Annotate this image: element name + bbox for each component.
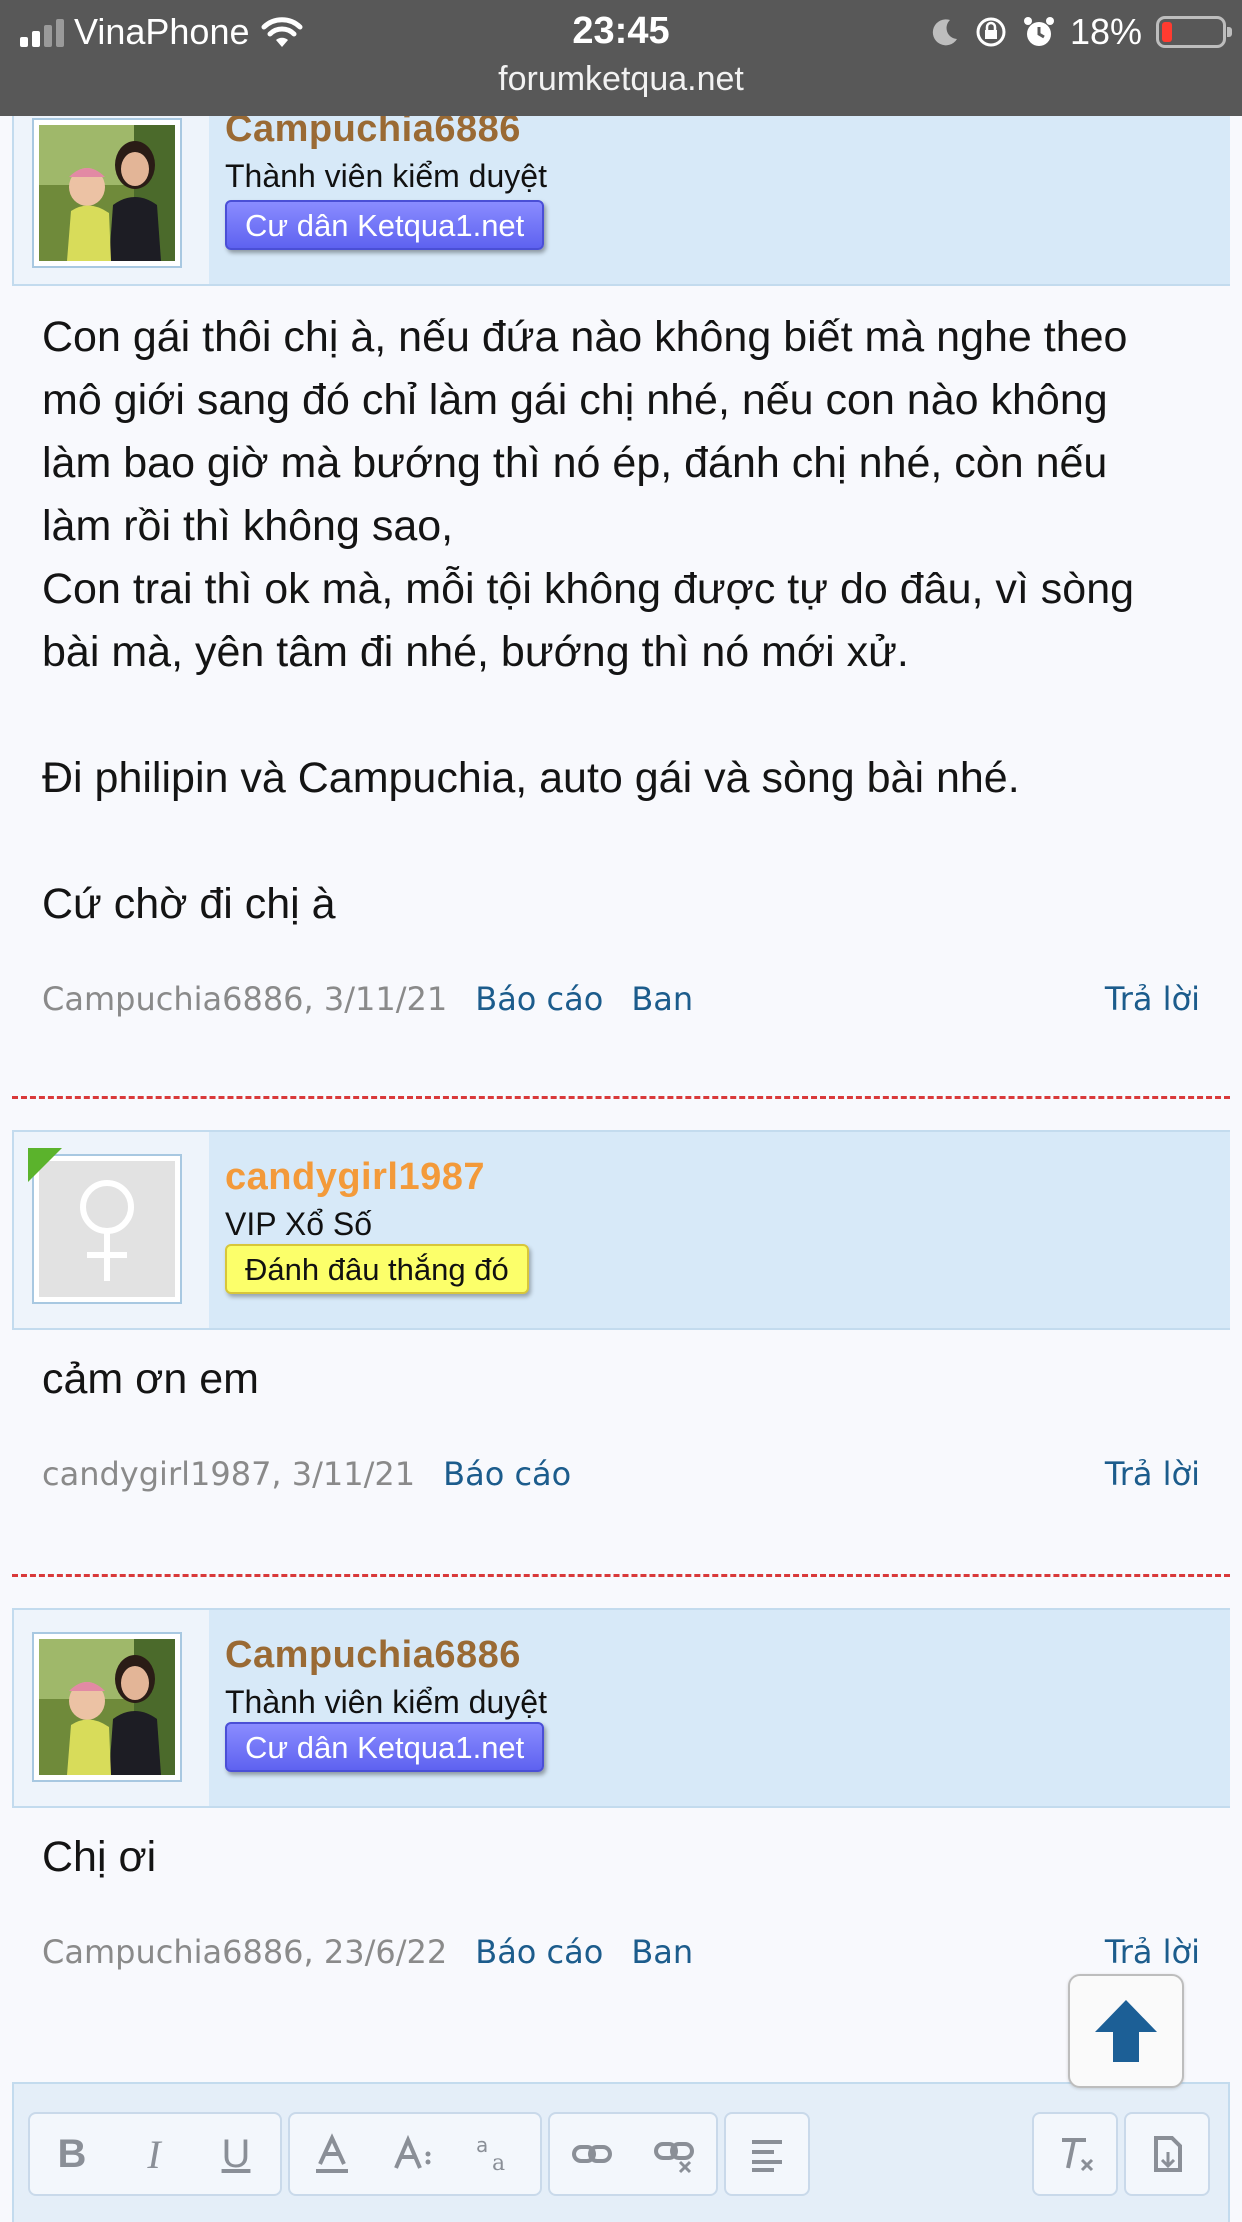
post-body: cảm ơn em [12,1330,1230,1411]
post-header: Campuchia6886 Thành viên kiểm duyệt Cư d… [12,108,1230,286]
svg-text:a: a [476,2133,488,2157]
italic-icon: I [147,2131,161,2177]
underline-button[interactable]: U [196,2114,276,2194]
post-author-date[interactable]: Campuchia6886, 3/11/21 [42,980,447,1018]
post-line: cảm ơn em [42,1355,259,1403]
post-body: Con gái thôi chị à, nếu đứa nào không bi… [12,286,1230,936]
post-body: Chị ơi [12,1808,1230,1889]
underline-icon: U [221,2131,251,2176]
toolbar-group-format: B I U [28,2112,282,2196]
link-button[interactable] [552,2114,632,2194]
arrow-up-icon [1095,2000,1157,2062]
post-footer: candygirl1987, 3/11/21 Báo cáo Trả lời [12,1455,1230,1515]
link-icon [572,2145,612,2163]
bold-icon: B [57,2131,87,2176]
font-family-icon: a a [476,2133,505,2176]
battery-icon [1156,16,1232,48]
report-link[interactable]: Báo cáo [475,1933,603,1971]
user-badge: Cư dân Ketqua1.net [225,1722,545,1772]
avatar[interactable] [32,118,182,268]
bold-button[interactable]: B [32,2114,112,2194]
post-line [42,810,1200,873]
avatar-column [12,110,209,284]
toolbar-group-clear [1032,2112,1118,2196]
user-badge: Đánh đâu thắng đó [225,1244,529,1294]
status-right: 18% [930,10,1232,54]
reply-link[interactable]: Trả lời [1105,980,1200,1018]
post-separator [12,1096,1230,1099]
report-link[interactable]: Báo cáo [475,980,603,1018]
post-author-date[interactable]: candygirl1987, 3/11/21 [42,1455,415,1493]
scroll-to-top-button[interactable] [1068,1974,1184,2088]
post-meta: Campuchia6886, 3/11/21 Báo cáo Ban [42,980,693,1018]
post-line: bài mà, yên tâm đi nhé, bướng thì nó mới… [42,628,909,676]
text-color-icon [316,2133,348,2173]
italic-button[interactable]: I [114,2114,194,2194]
font-size-button[interactable] [374,2114,454,2194]
user-title: VIP Xổ Số [225,1206,373,1242]
status-bar: VinaPhone 23:45 18% forumketqua.net [0,0,1242,116]
text-color-button[interactable] [292,2114,372,2194]
post-author-date[interactable]: Campuchia6886, 23/6/22 [42,1933,447,1971]
user-photo-icon [39,125,175,261]
post-line: làm bao giờ mà bướng thì nó ép, đánh chị… [42,439,1108,487]
ban-link[interactable]: Ban [631,980,693,1018]
post-meta: candygirl1987, 3/11/21 Báo cáo [42,1455,571,1493]
user-title: Thành viên kiểm duyệt [225,158,547,194]
online-indicator [28,1148,62,1182]
post-header: candygirl1987 VIP Xổ Số Đánh đâu thắng đ… [12,1130,1230,1330]
post-line [42,684,1200,747]
avatar-column [12,1132,209,1328]
toolbar-group-align [724,2112,810,2196]
post-footer: Campuchia6886, 3/11/21 Báo cáo Ban Trả lời [12,980,1230,1040]
post-footer: Campuchia6886, 23/6/22 Báo cáo Ban Trả lời [12,1933,1230,1993]
align-button[interactable] [728,2114,808,2194]
toolbar-group-link [548,2112,718,2196]
post-line: Con trai thì ok mà, mỗi tội không được t… [42,565,1135,613]
post: candygirl1987 VIP Xổ Số Đánh đâu thắng đ… [12,1130,1230,1515]
post: Campuchia6886 Thành viên kiểm duyệt Cư d… [12,108,1230,1040]
unlink-icon [654,2142,694,2174]
avatar-column [12,1610,209,1806]
remove-format-button[interactable] [1036,2114,1116,2194]
align-icon [752,2140,782,2172]
ban-link[interactable]: Ban [631,1933,693,1971]
female-symbol-icon [80,1180,134,1281]
battery-percent: 18% [1069,11,1142,52]
editor-toolbar: B I U a a [12,2082,1230,2222]
avatar[interactable] [32,1632,182,1782]
toolbar-group-insert [1124,2112,1210,2196]
post: Campuchia6886 Thành viên kiểm duyệt Cư d… [12,1608,1230,1993]
post-line: Chị ơi [42,1833,157,1881]
reply-link[interactable]: Trả lời [1105,1455,1200,1493]
user-photo-icon [39,1639,175,1775]
user-badge: Cư dân Ketqua1.net [225,200,545,250]
post-meta: Campuchia6886, 23/6/22 Báo cáo Ban [42,1933,693,1971]
report-link[interactable]: Báo cáo [443,1455,571,1493]
font-family-button[interactable]: a a [456,2114,536,2194]
insert-icon [1154,2136,1182,2172]
rotation-lock-icon [976,17,1006,47]
reply-link[interactable]: Trả lời [1105,1933,1200,1971]
toolbar-group-font: a a [288,2112,542,2196]
font-size-icon [394,2134,431,2169]
unlink-button[interactable] [634,2114,714,2194]
remove-format-icon [1062,2138,1094,2172]
username[interactable]: Campuchia6886 [225,1634,521,1677]
username[interactable]: candygirl1987 [225,1156,485,1199]
address-url[interactable]: forumketqua.net [0,60,1242,99]
post-separator [12,1574,1230,1577]
post-line: làm rồi thì không sao, [42,502,454,550]
user-title: Thành viên kiểm duyệt [225,1684,547,1720]
moon-icon [932,19,957,46]
post-line: mô giới sang đó chỉ làm gái chị nhé, nếu… [42,376,1108,424]
post-header: Campuchia6886 Thành viên kiểm duyệt Cư d… [12,1608,1230,1808]
post-line: Cứ chờ đi chị à [42,880,336,928]
svg-text:a: a [492,2151,505,2176]
post-line: Con gái thôi chị à, nếu đứa nào không bi… [42,313,1128,361]
insert-button[interactable] [1128,2114,1208,2194]
post-line: Đi philipin và Campuchia, auto gái và sò… [42,754,1020,802]
alarm-icon [1023,17,1054,46]
